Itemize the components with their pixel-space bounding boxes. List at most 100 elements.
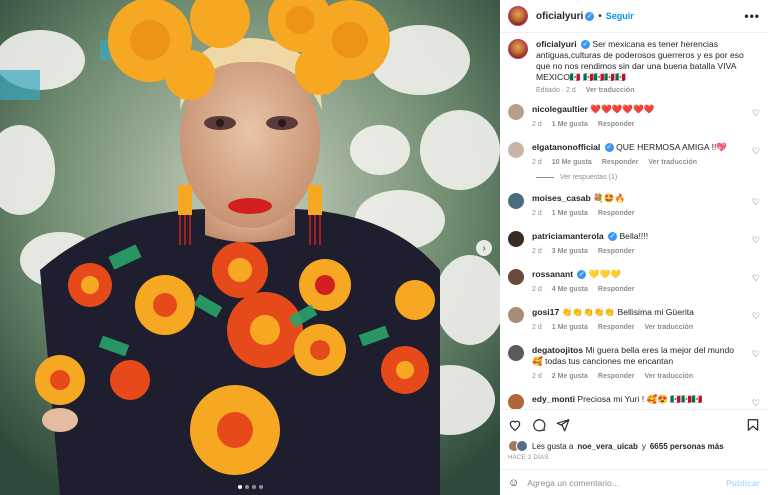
see-translation-link[interactable]: Ver traducción (644, 322, 693, 333)
reply-button[interactable]: Responder (598, 371, 635, 382)
comment-likes[interactable]: 1 Me gusta (552, 322, 588, 333)
see-translation-link[interactable]: Ver traducción (648, 157, 697, 168)
commenter-username[interactable]: edy_monti (532, 394, 575, 404)
commenter-avatar[interactable] (508, 269, 524, 285)
comment-thread: nicolegaultier ❤️❤️❤️❤️❤️❤️ 2 d 1 Me gus… (508, 104, 760, 409)
see-translation-link[interactable]: Ver traducción (644, 371, 693, 382)
commenter-username[interactable]: patriciamanterola (532, 231, 604, 241)
commenter-username[interactable]: nicolegaultier (532, 104, 588, 114)
reply-button[interactable]: Responder (598, 284, 635, 295)
post-header: oficialyuri ✓ • Seguir ••• (500, 0, 768, 33)
carousel-dot (237, 485, 242, 489)
commenter-username[interactable]: moises_casab (532, 193, 591, 203)
liker-username[interactable]: noe_vera_uicab (577, 442, 637, 451)
comment-text: 💛💛💛 (588, 269, 621, 279)
comment-item: moises_casab 💐🤩🔥 2 d 1 Me gusta Responde… (508, 193, 760, 219)
commenter-username[interactable]: rossanant (532, 269, 573, 279)
comment-item: rossanant ✓ 💛💛💛 2 d 4 Me gusta Responder… (508, 269, 760, 295)
commenter-username[interactable]: elgatanonofficial (532, 142, 600, 152)
heart-icon[interactable]: ♡ (752, 146, 760, 157)
verified-badge-icon: ✓ (577, 270, 587, 280)
author-avatar[interactable] (508, 6, 528, 26)
post-actions: Les gusta a noe_vera_uicab y 6655 person… (500, 409, 768, 461)
heart-icon[interactable]: ♡ (752, 311, 760, 322)
comment: rossanant ✓ 💛💛💛 2 d 4 Me gusta Responder… (508, 269, 760, 295)
caption-username[interactable]: oficialyuri (536, 39, 577, 49)
comment: degatoojitos Mi guera bella eres la mejo… (508, 345, 760, 382)
comment-item: nicolegaultier ❤️❤️❤️❤️❤️❤️ 2 d 1 Me gus… (508, 104, 760, 130)
comment-likes[interactable]: 1 Me gusta (552, 208, 588, 219)
reply-button[interactable]: Responder (598, 119, 635, 130)
commenter-avatar[interactable] (508, 231, 524, 247)
caption-avatar[interactable] (508, 39, 528, 59)
view-replies-label: Ver respuestas (1) (560, 174, 618, 181)
add-comment-bar: ☺ Publicar (500, 469, 768, 495)
edited-label: Editado (536, 87, 560, 94)
comment-time: 2 d (532, 159, 542, 166)
comment-text: 👏👏👏👏👏 Bellisima mi Güerita (561, 307, 694, 317)
next-photo-button[interactable]: › (476, 240, 492, 256)
commenter-avatar[interactable] (508, 345, 524, 361)
comment-time: 2 d (532, 210, 542, 217)
carousel-dot (251, 485, 256, 489)
comment-input[interactable] (527, 477, 727, 488)
commenter-username[interactable]: gosi17 (532, 307, 559, 317)
likes-prefix: Les gusta a (532, 441, 574, 451)
bookmark-icon[interactable] (746, 418, 760, 432)
post-image[interactable]: › (0, 0, 500, 495)
comment-text: Preciosa mi Yuri ! 🥰😍 (577, 394, 668, 404)
comment-time: 2 d (532, 248, 542, 255)
likes-count[interactable]: 6655 personas más (650, 442, 724, 451)
author-username[interactable]: oficialyuri (536, 11, 583, 22)
comment: gosi17 👏👏👏👏👏 Bellisima mi Güerita 2 d 1 … (508, 307, 760, 333)
reply-button[interactable]: Responder (602, 157, 639, 168)
separator-dot: • (598, 10, 602, 22)
comment-likes[interactable]: 4 Me gusta (552, 284, 588, 295)
commenter-avatar[interactable] (508, 394, 524, 409)
see-translation-link[interactable]: Ver traducción (586, 87, 635, 94)
view-replies-link[interactable]: Ver respuestas (1) (508, 174, 760, 181)
heart-icon[interactable]: ♡ (752, 108, 760, 119)
commenter-avatar[interactable] (508, 104, 524, 120)
reply-button[interactable]: Responder (598, 246, 635, 257)
heart-icon[interactable]: ♡ (752, 235, 760, 246)
likes-summary: Les gusta a noe_vera_uicab y 6655 person… (508, 440, 760, 452)
comment: patriciamanterola ✓ Bella!!!! 2 d 3 Me g… (508, 231, 760, 257)
comment-likes[interactable]: 10 Me gusta (552, 157, 592, 168)
commenter-avatar[interactable] (508, 307, 524, 323)
verified-badge-icon: ✓ (580, 40, 590, 50)
comments-list[interactable]: oficialyuri ✓ Ser mexicana es tener here… (500, 33, 768, 409)
reply-button[interactable]: Responder (598, 322, 635, 333)
follow-button[interactable]: Seguir (606, 11, 634, 21)
verified-badge-icon: ✓ (608, 232, 618, 242)
carousel-dot (244, 485, 249, 489)
heart-icon[interactable]: ♡ (752, 349, 760, 360)
post-comment-button[interactable]: Publicar (726, 478, 760, 488)
emoji-icon[interactable]: ☺ (508, 477, 519, 489)
comment-item: gosi17 👏👏👏👏👏 Bellisima mi Güerita 2 d 1 … (508, 307, 760, 333)
comment-likes[interactable]: 3 Me gusta (552, 246, 588, 257)
comment-likes[interactable]: 1 Me gusta (552, 119, 588, 130)
commenter-username[interactable]: degatoojitos (532, 345, 583, 355)
comment-time: 2 d (532, 286, 542, 293)
share-icon[interactable] (556, 418, 570, 432)
reply-button[interactable]: Responder (598, 208, 635, 219)
heart-icon[interactable]: ♡ (752, 197, 760, 208)
verified-badge-icon: ✓ (604, 143, 614, 153)
comment-icon[interactable] (532, 418, 546, 432)
caption-time: 2 d (565, 87, 576, 94)
comment-likes[interactable]: 2 Me gusta (552, 371, 588, 382)
post-side-panel: oficialyuri ✓ • Seguir ••• oficialyuri ✓… (500, 0, 768, 495)
likes-conj: y (641, 441, 646, 451)
heart-icon[interactable] (508, 418, 522, 432)
comment-item: edy_monti Preciosa mi Yuri ! 🥰😍 🇲🇽🇲🇽🇲🇽 2… (508, 394, 760, 409)
commenter-avatar[interactable] (508, 193, 524, 209)
verified-badge-icon: ✓ (585, 11, 595, 21)
comment: elgatanonofficial ✓ QUE HERMOSA AMIGA !!… (508, 142, 760, 168)
liker-avatar (516, 440, 528, 452)
more-options-button[interactable]: ••• (744, 9, 760, 23)
commenter-avatar[interactable] (508, 142, 524, 158)
heart-icon[interactable]: ♡ (752, 398, 760, 409)
heart-icon[interactable]: ♡ (752, 273, 760, 284)
comment-time: 2 d (532, 373, 542, 380)
